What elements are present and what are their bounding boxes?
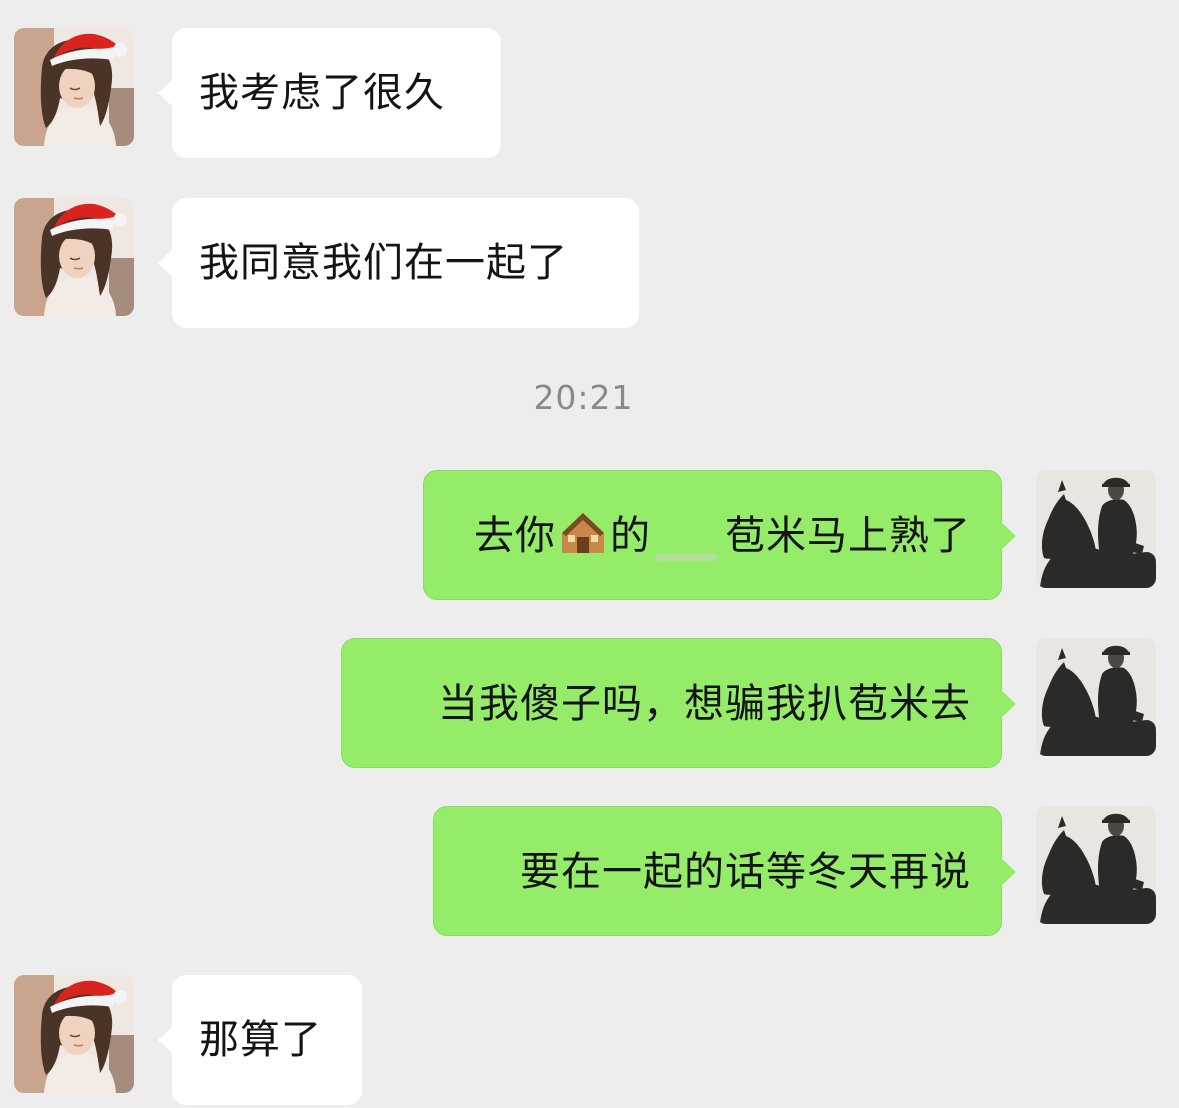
message-text: 那算了 — [199, 1017, 322, 1063]
horse-rider-avatar-icon — [1036, 470, 1156, 588]
message-text: 我考虑了很久 — [199, 70, 445, 116]
message-bubble-incoming[interactable]: 我同意我们在一起了 — [158, 198, 639, 328]
chat-window: 我考虑了很久 我同意我们在一起了 20:21 去你 的 苞米马上熟了 当我傻子吗，… — [0, 0, 1179, 1108]
message-bubble-incoming[interactable]: 我考虑了很久 — [158, 28, 501, 158]
avatar-self[interactable] — [1036, 638, 1156, 756]
avatar-other[interactable] — [14, 28, 134, 146]
blurred-text-mark — [655, 553, 717, 561]
message-text: 的 — [610, 513, 651, 559]
message-text: 要在一起的话等冬天再说 — [520, 849, 971, 895]
message-text: 苞米马上熟了 — [725, 513, 971, 559]
message-bubble-outgoing[interactable]: 去你 的 苞米马上熟了 — [423, 470, 1016, 600]
message-text: 当我傻子吗，想骗我扒苞米去 — [438, 681, 971, 727]
message-text: 我同意我们在一起了 — [199, 240, 568, 286]
message-text: 去你 — [474, 513, 556, 559]
house-emoji-icon — [558, 477, 608, 553]
message-bubble-outgoing[interactable]: 要在一起的话等冬天再说 — [433, 806, 1016, 936]
horse-rider-avatar-icon — [1036, 638, 1156, 756]
message-bubble-incoming[interactable]: 那算了 — [158, 975, 362, 1105]
message-bubble-outgoing[interactable]: 当我傻子吗，想骗我扒苞米去 — [341, 638, 1016, 768]
avatar-self[interactable] — [1036, 806, 1156, 924]
girl-avatar-icon — [14, 975, 134, 1093]
girl-avatar-icon — [14, 28, 134, 146]
horse-rider-avatar-icon — [1036, 806, 1156, 924]
avatar-other[interactable] — [14, 198, 134, 316]
avatar-other[interactable] — [14, 975, 134, 1093]
message-timestamp: 20:21 — [533, 378, 634, 417]
avatar-self[interactable] — [1036, 470, 1156, 588]
girl-avatar-icon — [14, 198, 134, 316]
